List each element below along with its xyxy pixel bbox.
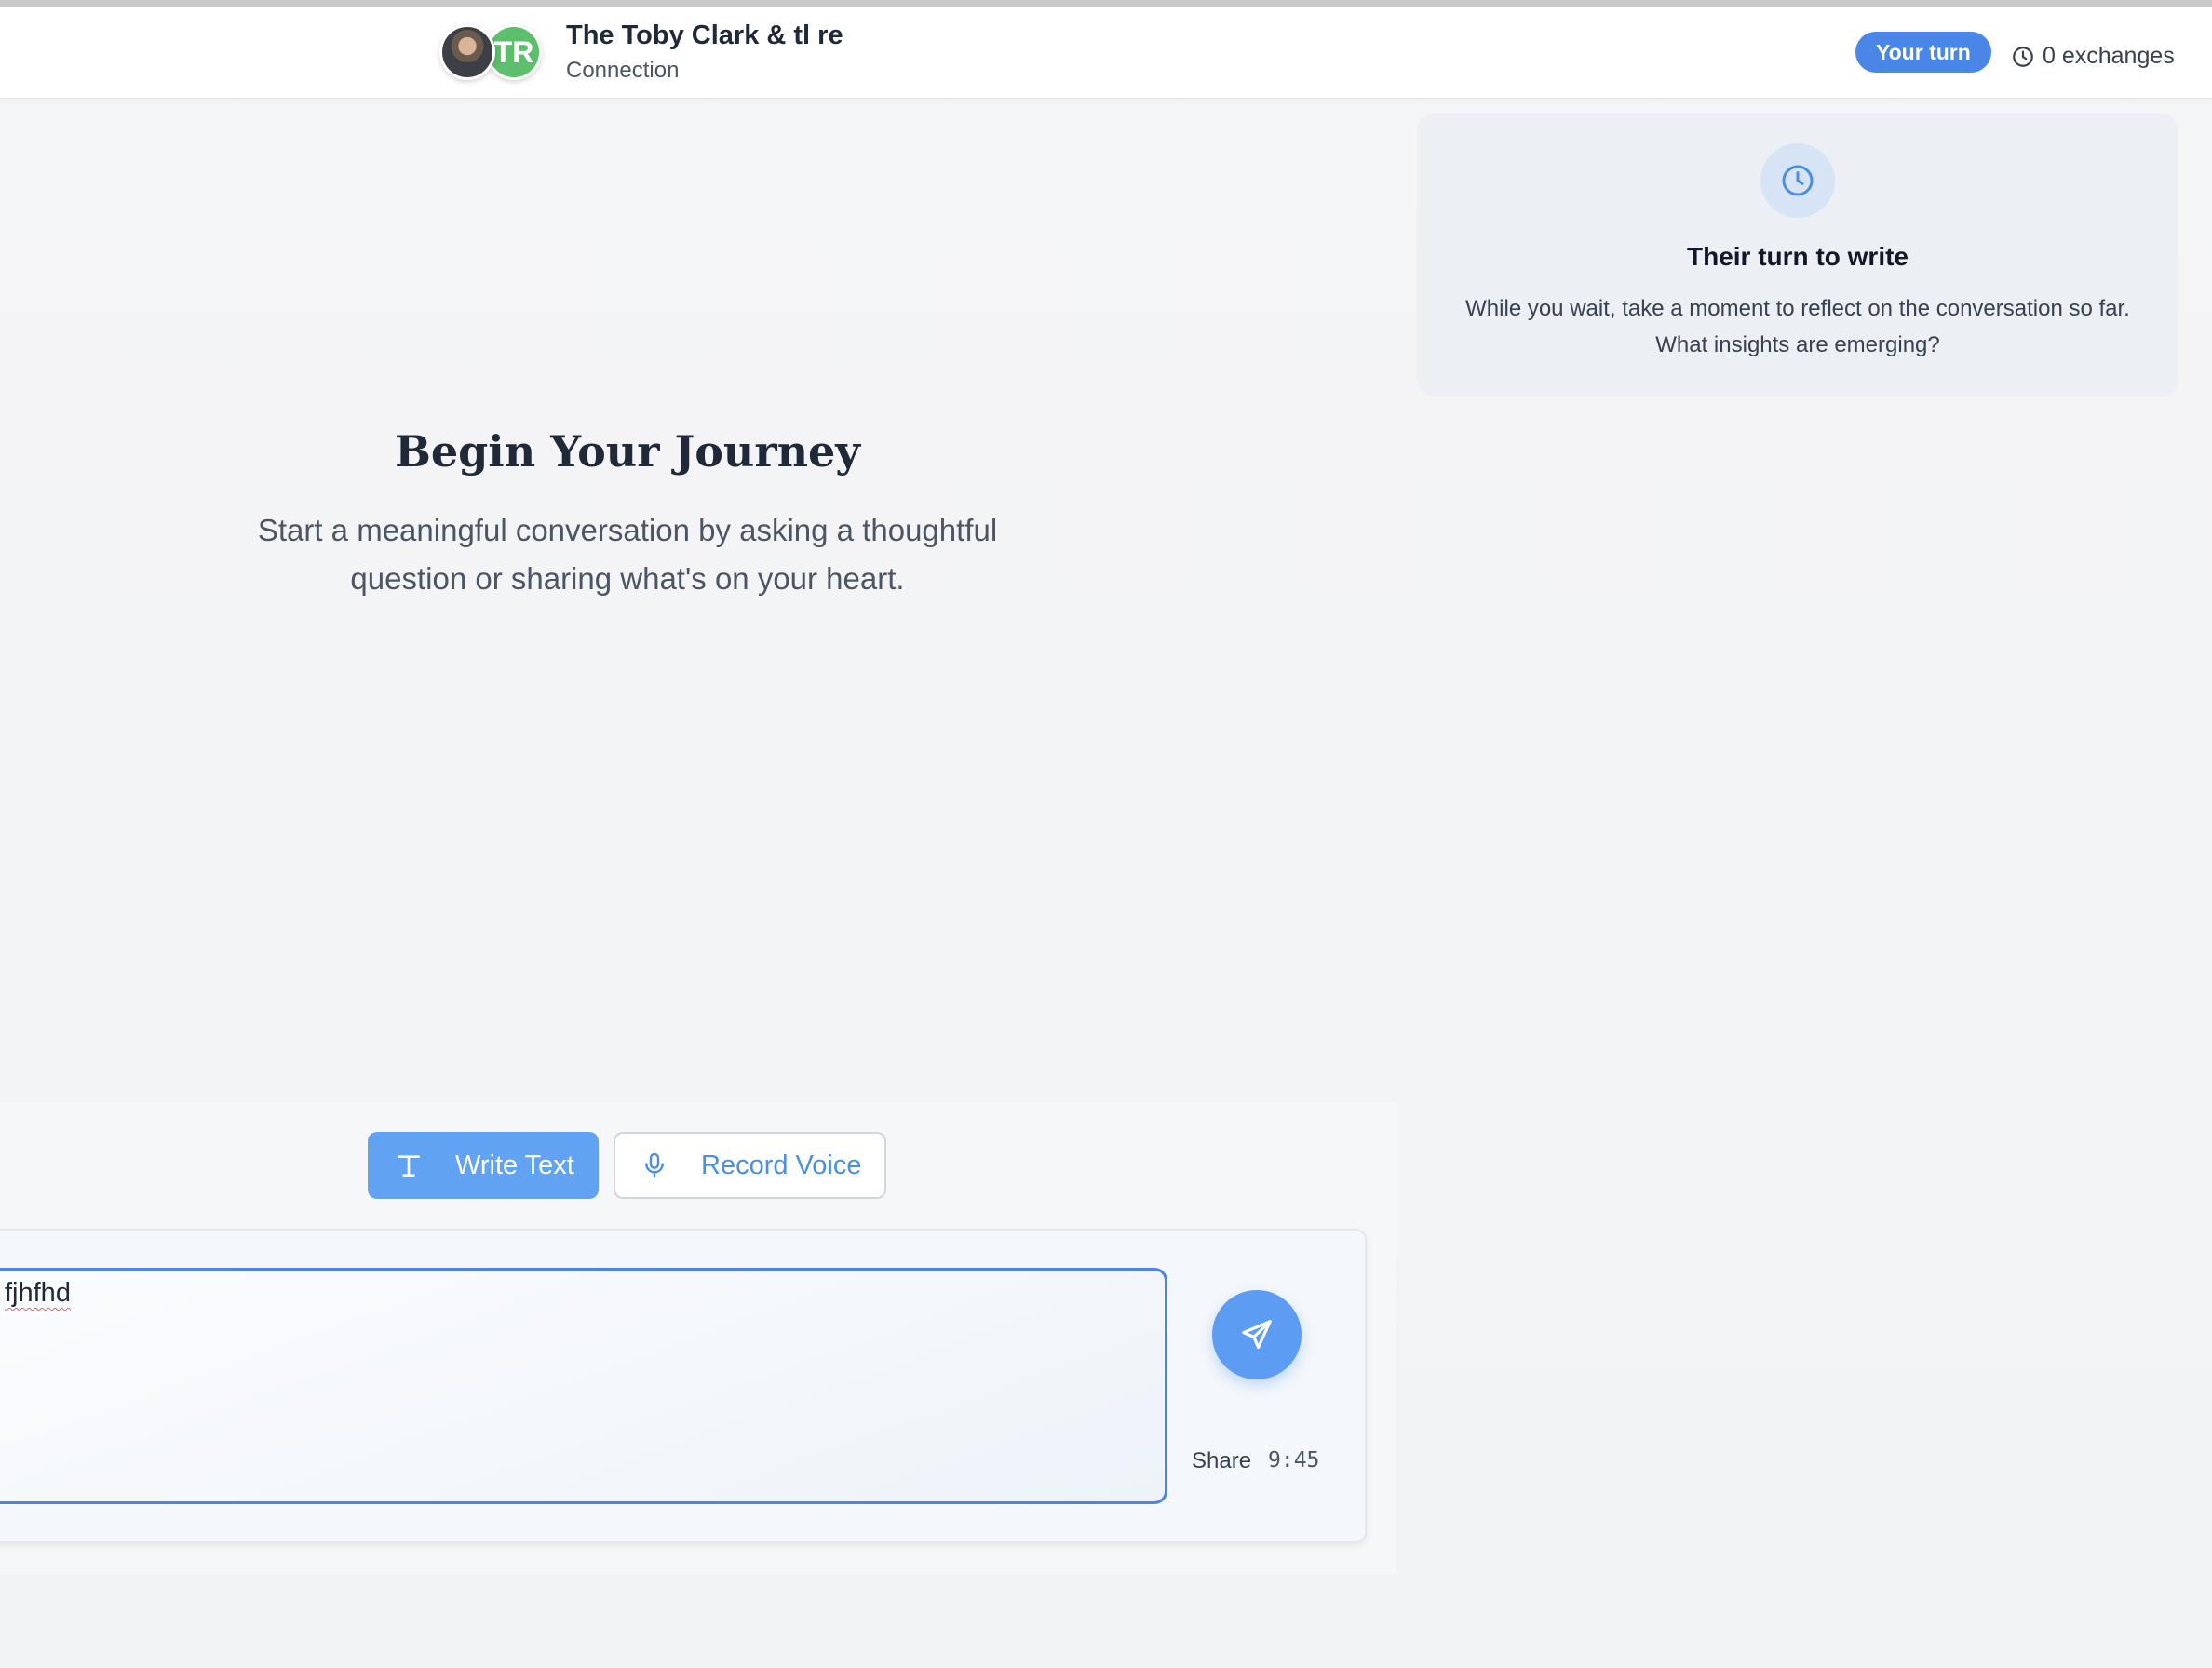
clock-icon <box>2013 46 2033 67</box>
microphone-icon <box>645 1152 664 1178</box>
send-icon <box>1242 1320 1272 1350</box>
connection-subtitle: Connection <box>566 58 680 83</box>
share-label: Share <box>1192 1448 1252 1473</box>
connection-title: The Toby Clark & tl re <box>566 20 843 50</box>
message-input-card: fjhfhd Share 9:45 <box>0 1229 1367 1543</box>
message-text-value: fjhfhd <box>5 1278 71 1308</box>
text-icon <box>398 1155 420 1177</box>
send-button[interactable] <box>1212 1290 1302 1379</box>
waiting-title: Their turn to write <box>1687 242 1909 271</box>
browser-chrome-edge <box>0 0 2212 7</box>
exchange-count: 0 exchanges <box>2011 43 2175 70</box>
conversation-header: TR The Toby Clark & tl re Connection You… <box>0 7 2212 99</box>
write-text-label: Write Text <box>455 1150 574 1180</box>
waiting-message: While you wait, take a moment to reflect… <box>1465 296 2130 357</box>
write-text-button[interactable]: Write Text <box>368 1132 599 1199</box>
waiting-turn-card: Their turn to write While you wait, take… <box>1417 114 2178 397</box>
message-composer: Write Text Record Voice fjhfhd Share 9:4… <box>0 1102 1396 1575</box>
exchange-count-label: 0 exchanges <box>2043 43 2175 69</box>
participant-avatars[interactable]: TR <box>439 24 544 82</box>
share-timer: 9:45 <box>1268 1448 1320 1473</box>
empty-state-title: Begin Your Journey <box>394 426 861 477</box>
record-voice-button[interactable]: Record Voice <box>614 1132 886 1199</box>
avatar-photo[interactable] <box>439 24 495 80</box>
empty-state-message: Start a meaningful conversation by askin… <box>257 513 998 596</box>
record-voice-label: Record Voice <box>701 1150 862 1180</box>
clock-icon <box>1760 143 1835 218</box>
message-textarea[interactable]: fjhfhd <box>0 1268 1167 1504</box>
turn-status-badge: Your turn <box>1855 32 1991 73</box>
app-page: TR The Toby Clark & tl re Connection You… <box>0 0 2212 1668</box>
